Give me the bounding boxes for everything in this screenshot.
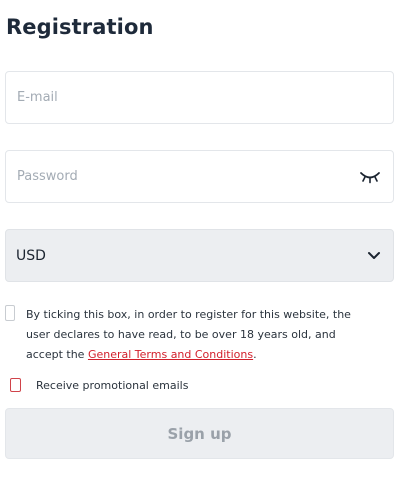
eye-closed-icon[interactable] [359,168,381,186]
terms-text-after: . [253,348,257,361]
page-title: Registration [6,15,154,39]
currency-select[interactable]: USD [5,229,394,282]
email-field[interactable] [6,72,393,123]
currency-select-value: USD [16,247,46,264]
promo-label: Receive promotional emails [36,379,189,392]
password-field[interactable] [6,151,393,202]
signup-button[interactable]: Sign up [5,408,394,459]
password-field-wrapper [5,150,394,203]
promo-checkbox[interactable] [10,378,21,392]
chevron-down-icon [367,249,381,263]
terms-text: By ticking this box, in order to registe… [26,305,376,365]
terms-link[interactable]: General Terms and Conditions [88,348,253,361]
email-field-wrapper [5,71,394,124]
terms-checkbox[interactable] [5,305,15,321]
